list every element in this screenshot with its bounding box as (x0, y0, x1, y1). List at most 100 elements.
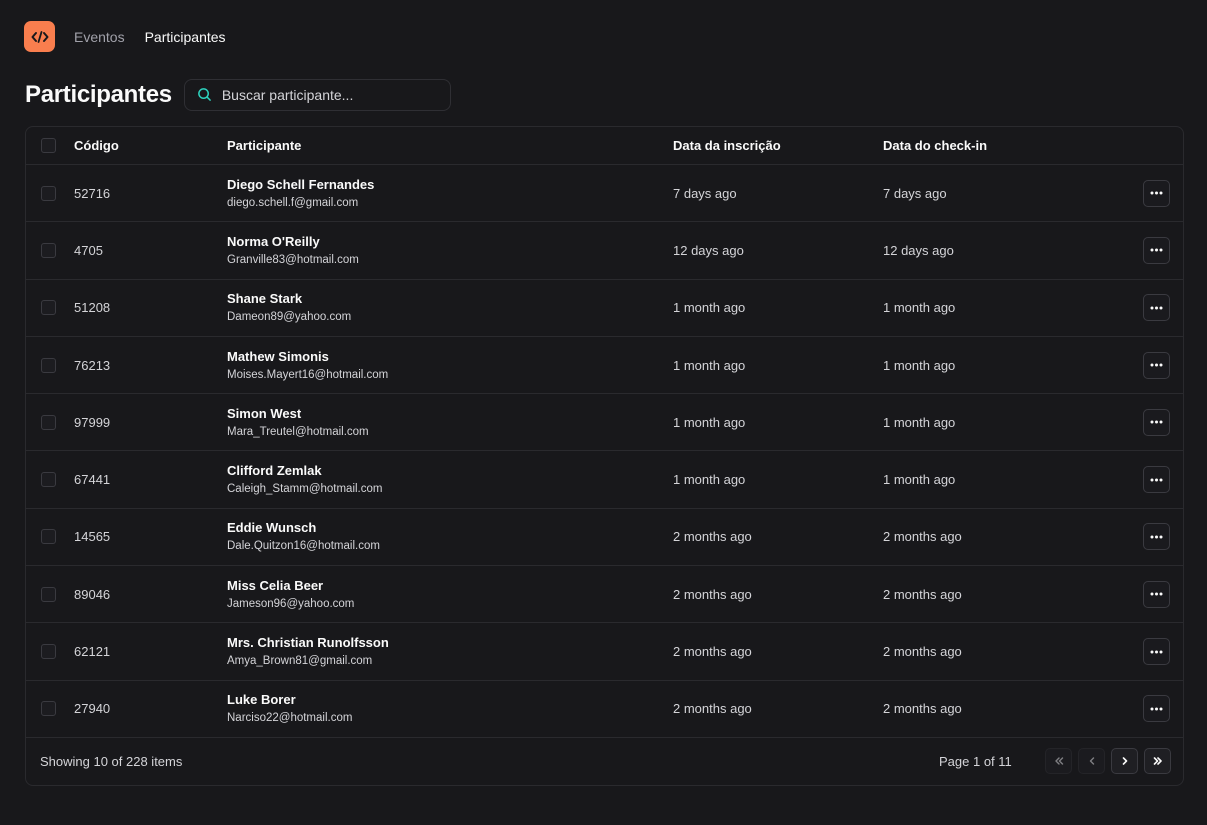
participant-name: Miss Celia Beer (227, 577, 324, 593)
more-actions-button[interactable] (1143, 580, 1170, 608)
table-row: 14565 Eddie Wunsch Dale.Quitzon16@hotmai… (26, 509, 1183, 567)
column-header-code[interactable]: Código (74, 138, 119, 153)
last-page-button[interactable] (1144, 748, 1171, 774)
app-page: Eventos Participantes Participantes Códi… (0, 0, 1207, 825)
participant-name: Mathew Simonis (227, 348, 329, 364)
row-actions-cell (1143, 580, 1170, 608)
table-row: 4705 Norma O'Reilly Granville83@hotmail.… (26, 222, 1183, 280)
row-checkbox[interactable] (41, 529, 56, 545)
participant-cell: Simon West Mara_Treutel@hotmail.com (227, 405, 369, 440)
registration-date: 1 month ago (673, 414, 746, 430)
page-header: Participantes (25, 78, 451, 111)
previous-page-button[interactable] (1078, 748, 1105, 774)
participant-email: Caleigh_Stamm@hotmail.com (227, 483, 383, 496)
participant-name: Diego Schell Fernandes (227, 176, 375, 192)
more-horizontal-icon (1150, 650, 1163, 654)
participant-email: Jameson96@yahoo.com (227, 597, 355, 610)
column-header-checkin-date[interactable]: Data do check-in (883, 138, 987, 153)
registration-date: 1 month ago (673, 357, 746, 373)
column-header-participant[interactable]: Participante (227, 138, 301, 153)
row-checkbox[interactable] (41, 586, 56, 602)
row-select-cell (41, 701, 56, 717)
row-checkbox[interactable] (41, 414, 56, 430)
more-actions-button[interactable] (1143, 294, 1170, 322)
participant-cell: Shane Stark Dameon89@yahoo.com (227, 290, 351, 325)
table-row: 67441 Clifford Zemlak Caleigh_Stamm@hotm… (26, 451, 1183, 509)
code-brackets-icon[interactable] (24, 21, 55, 52)
chevron-right-icon (1122, 757, 1127, 765)
registration-date: 12 days ago (673, 242, 744, 258)
registration-date: 1 month ago (673, 300, 746, 316)
row-select-cell (41, 414, 56, 430)
participant-cell: Mathew Simonis Moises.Mayert16@hotmail.c… (227, 348, 388, 383)
next-page-button[interactable] (1111, 748, 1138, 774)
participant-email: diego.schell.f@gmail.com (227, 196, 359, 209)
participant-code: 51208 (74, 300, 111, 316)
row-actions-cell (1143, 638, 1170, 666)
participant-code: 76213 (74, 357, 111, 373)
participant-cell: Mrs. Christian Runolfsson Amya_Brown81@g… (227, 634, 389, 669)
checkin-date: 1 month ago (883, 472, 956, 488)
participant-code: 97999 (74, 414, 111, 430)
more-horizontal-icon (1150, 363, 1163, 367)
row-select-cell (41, 300, 56, 316)
row-checkbox[interactable] (41, 357, 56, 373)
row-actions-cell (1143, 236, 1170, 264)
checkin-date: 1 month ago (883, 357, 956, 373)
row-checkbox[interactable] (41, 644, 56, 660)
more-actions-button[interactable] (1143, 351, 1170, 379)
registration-date: 2 months ago (673, 586, 752, 602)
row-select-cell (41, 357, 56, 373)
participant-email: Dameon89@yahoo.com (227, 311, 352, 324)
row-actions-cell (1143, 351, 1170, 379)
chevrons-left-icon (1054, 757, 1063, 765)
row-select-cell (41, 529, 56, 545)
checkin-date: 2 months ago (883, 586, 962, 602)
participant-name: Luke Borer (227, 692, 296, 708)
checkin-date: 1 month ago (883, 300, 956, 316)
checkin-date: 2 months ago (883, 529, 962, 545)
row-select-cell (41, 185, 56, 201)
search-box[interactable] (183, 78, 451, 111)
table-header-row: Código Participante Data da inscrição Da… (26, 127, 1183, 165)
row-checkbox[interactable] (41, 472, 56, 488)
row-select-cell (41, 586, 56, 602)
select-all-checkbox[interactable] (41, 138, 56, 153)
participant-name: Simon West (227, 405, 302, 421)
row-checkbox[interactable] (41, 300, 56, 316)
row-checkbox[interactable] (41, 701, 56, 717)
row-checkbox[interactable] (41, 242, 56, 258)
more-actions-button[interactable] (1143, 236, 1170, 264)
more-horizontal-icon (1150, 191, 1163, 195)
row-actions-cell (1143, 466, 1170, 494)
more-actions-button[interactable] (1143, 523, 1170, 551)
top-nav: Eventos Participantes (24, 21, 246, 52)
more-horizontal-icon (1150, 478, 1163, 482)
row-actions-cell (1143, 695, 1170, 723)
table-row: 27940 Luke Borer Narciso22@hotmail.com 2… (26, 681, 1183, 738)
more-actions-button[interactable] (1143, 638, 1170, 666)
nav-link-eventos[interactable]: Eventos (74, 29, 125, 45)
table-row: 52716 Diego Schell Fernandes diego.schel… (26, 165, 1183, 223)
page-title: Participantes (25, 80, 172, 108)
registration-date: 2 months ago (673, 701, 752, 717)
more-horizontal-icon (1150, 535, 1163, 539)
more-actions-button[interactable] (1143, 408, 1170, 436)
checkin-date: 7 days ago (883, 185, 947, 201)
participant-code: 89046 (74, 586, 111, 602)
more-actions-button[interactable] (1143, 179, 1170, 207)
more-horizontal-icon (1150, 592, 1163, 596)
table-row: 76213 Mathew Simonis Moises.Mayert16@hot… (26, 337, 1183, 395)
checkin-date: 12 days ago (883, 242, 954, 258)
nav-link-participantes[interactable]: Participantes (145, 29, 226, 45)
participant-name: Shane Stark (227, 291, 303, 307)
column-header-registration-date[interactable]: Data da inscrição (673, 138, 781, 153)
row-checkbox[interactable] (41, 185, 56, 201)
first-page-button[interactable] (1045, 748, 1072, 774)
participant-email: Granville83@hotmail.com (227, 253, 359, 266)
participant-code: 14565 (74, 529, 111, 545)
more-actions-button[interactable] (1143, 466, 1170, 494)
search-input[interactable] (221, 79, 450, 110)
items-count: Showing 10 of 228 items (40, 753, 183, 769)
more-actions-button[interactable] (1143, 695, 1170, 723)
